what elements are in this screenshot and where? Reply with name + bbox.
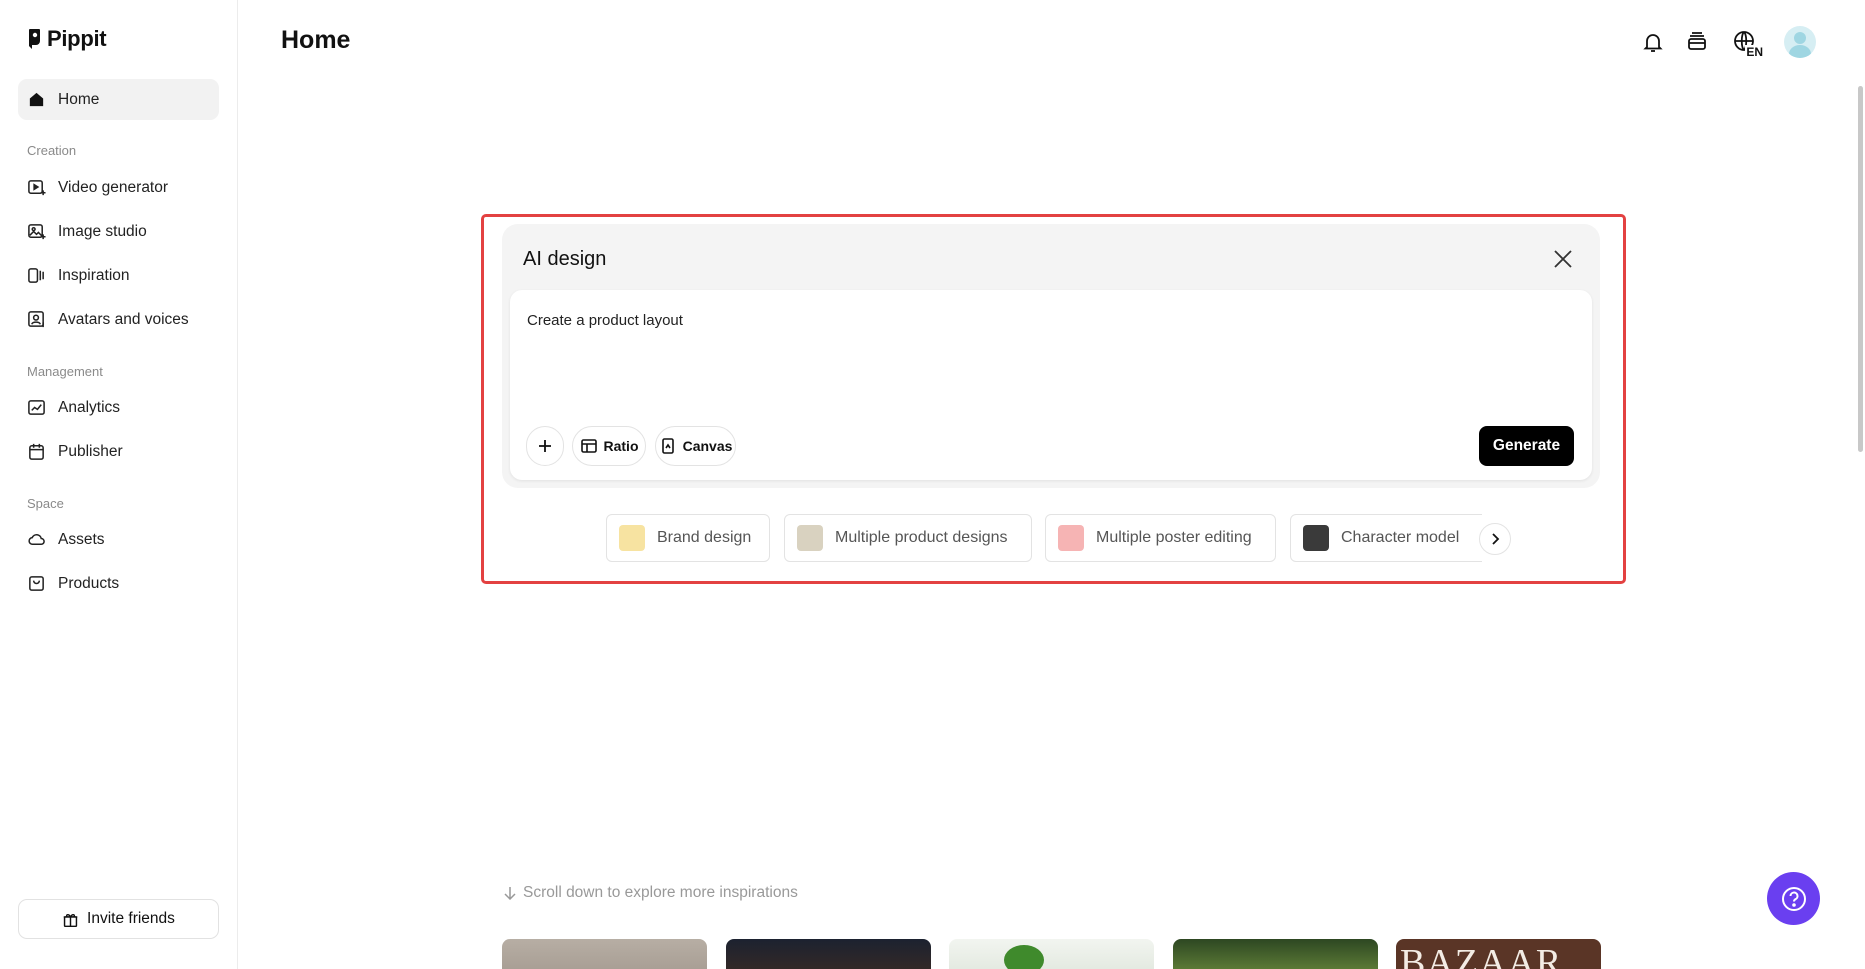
- invite-friends-label: Invite friends: [87, 910, 175, 927]
- sidebar-item-publisher[interactable]: Publisher: [18, 431, 219, 472]
- ai-design-title: AI design: [523, 248, 607, 270]
- sidebar-item-assets[interactable]: Assets: [18, 519, 219, 560]
- header-actions: EN: [1640, 26, 1816, 59]
- chip-label: Multiple product designs: [835, 529, 1008, 546]
- ratio-icon: [580, 439, 597, 453]
- user-avatar[interactable]: [1784, 26, 1816, 58]
- close-icon[interactable]: [1552, 248, 1574, 270]
- section-label-creation: Creation: [27, 143, 77, 158]
- sidebar-item-avatars-and-voices[interactable]: Avatars and voices: [18, 299, 219, 340]
- chips-next-button[interactable]: [1479, 523, 1511, 555]
- calendar-icon: [29, 443, 44, 460]
- sidebar-item-label: Analytics: [58, 398, 121, 416]
- analytics-icon: [28, 400, 45, 415]
- chip-character-model[interactable]: Character model: [1290, 514, 1482, 562]
- sidebar-item-label: Assets: [58, 530, 105, 548]
- section-label-management: Management: [27, 364, 103, 379]
- generate-button[interactable]: Generate: [1479, 426, 1574, 466]
- help-button[interactable]: [1767, 872, 1820, 925]
- scroll-hint: Scroll down to explore more inspirations: [503, 884, 798, 902]
- bag-icon: [29, 576, 44, 591]
- suggestion-chips: Brand design Multiple product designs Mu…: [606, 514, 1482, 563]
- magazine-masthead: BAZAAR: [1400, 942, 1563, 969]
- canvas-icon: [661, 438, 674, 454]
- plus-icon: [539, 440, 551, 452]
- inspiration-card[interactable]: [949, 939, 1154, 969]
- chip-multiple-poster-editing[interactable]: Multiple poster editing: [1045, 514, 1276, 562]
- leaf-decoration: [1004, 945, 1044, 969]
- chip-label: Multiple poster editing: [1096, 529, 1252, 546]
- sidebar-item-analytics[interactable]: Analytics: [18, 387, 219, 428]
- chip-thumbnail: [797, 525, 823, 551]
- sidebar-item-inspiration[interactable]: Inspiration: [18, 255, 219, 296]
- sidebar-item-label: Video generator: [58, 178, 169, 196]
- sidebar: Pippit Home Creation Video generator Ima…: [0, 0, 238, 969]
- sidebar-item-label: Inspiration: [58, 266, 130, 284]
- chip-thumbnail: [619, 525, 645, 551]
- inspiration-icon: [28, 268, 44, 283]
- app-name: Pippit: [47, 26, 107, 51]
- add-attachment-button[interactable]: [526, 426, 564, 466]
- ai-design-card: AI design Ratio Canvas Generate: [502, 224, 1600, 488]
- section-label-space: Space: [27, 496, 64, 511]
- chip-label: Brand design: [657, 529, 752, 546]
- page-title: Home: [281, 26, 351, 54]
- question-icon: [1781, 886, 1806, 911]
- inspiration-card[interactable]: [726, 939, 931, 969]
- scroll-hint-text: Scroll down to explore more inspirations: [523, 884, 798, 901]
- canvas-label: Canvas: [682, 438, 733, 454]
- sidebar-item-products[interactable]: Products: [18, 563, 219, 604]
- sidebar-item-label: Publisher: [58, 442, 123, 460]
- inspiration-card[interactable]: [502, 939, 707, 969]
- sidebar-item-image-studio[interactable]: Image studio: [18, 211, 219, 252]
- ratio-button[interactable]: Ratio: [572, 426, 646, 466]
- language-button[interactable]: EN: [1728, 29, 1764, 59]
- chip-label: Character model: [1341, 529, 1460, 546]
- gift-icon: [63, 913, 78, 927]
- canvas-button[interactable]: Canvas: [655, 426, 736, 466]
- cloud-icon: [28, 533, 45, 546]
- sidebar-item-label: Products: [58, 574, 120, 592]
- inspiration-card[interactable]: BAZAAR: [1396, 939, 1601, 969]
- app-logo[interactable]: Pippit: [27, 26, 107, 52]
- credits-button[interactable]: [1684, 29, 1710, 55]
- invite-friends-button[interactable]: Invite friends: [18, 899, 219, 939]
- image-studio-icon: [28, 224, 46, 240]
- app-root: Pippit Home Creation Video generator Ima…: [0, 0, 1865, 969]
- ratio-label: Ratio: [603, 438, 639, 454]
- chevron-right-icon: [1492, 533, 1500, 545]
- language-code: EN: [1745, 45, 1764, 59]
- page-scrollbar[interactable]: [1855, 0, 1865, 969]
- prompt-input[interactable]: [527, 312, 1567, 329]
- sidebar-item-home[interactable]: Home: [18, 79, 219, 120]
- arrow-down-icon: [504, 887, 516, 900]
- chip-thumbnail: [1058, 525, 1084, 551]
- video-generator-icon: [28, 180, 46, 196]
- sidebar-item-video-generator[interactable]: Video generator: [18, 167, 219, 208]
- chip-brand-design[interactable]: Brand design: [606, 514, 770, 562]
- sidebar-item-label: Image studio: [58, 222, 147, 240]
- sidebar-item-label: Home: [58, 90, 100, 108]
- inspiration-card[interactable]: [1173, 939, 1378, 969]
- pippit-logo-icon: [29, 29, 40, 49]
- stack-icon: [1688, 32, 1706, 50]
- prompt-box: Ratio Canvas Generate: [510, 290, 1592, 480]
- chip-multiple-product-designs[interactable]: Multiple product designs: [784, 514, 1032, 562]
- scrollbar-thumb[interactable]: [1858, 86, 1863, 452]
- chip-thumbnail: [1303, 525, 1329, 551]
- notifications-button[interactable]: [1640, 29, 1666, 55]
- home-icon: [29, 92, 44, 107]
- sidebar-item-label: Avatars and voices: [58, 310, 189, 328]
- bell-icon: [1643, 34, 1663, 52]
- avatar-voice-icon: [28, 311, 44, 328]
